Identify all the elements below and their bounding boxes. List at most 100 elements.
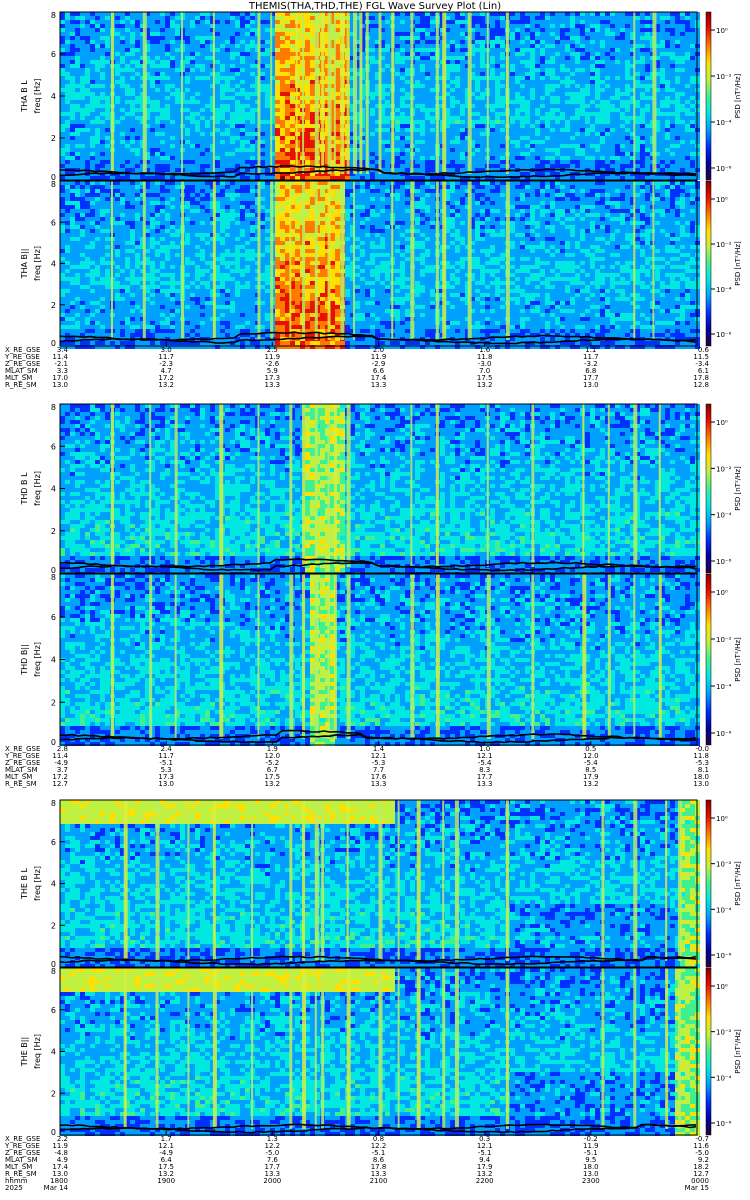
spectral-band-1-11 [328, 12, 332, 174]
spectral-band-6-2 [156, 968, 159, 1129]
spectral-band-2-17 [468, 181, 472, 340]
y-tick-label-1-3: 6 [51, 50, 56, 59]
spectral-band-5-3 [187, 800, 189, 961]
ephemeris-label-1-5: R_RE_SM [5, 381, 37, 389]
spectral-band-2-6 [270, 181, 273, 340]
spectral-band-2-8 [302, 181, 305, 340]
spectral-band-1-8 [302, 12, 304, 174]
colorbar-3 [706, 404, 711, 573]
spectral-band-2-2 [143, 181, 146, 340]
spectral-band-4-6 [289, 574, 293, 739]
spectral-band-1-18 [379, 12, 382, 174]
spectral-band-3-11 [347, 404, 351, 567]
spectral-band-2-5 [257, 181, 260, 340]
y-tick-label-5-2: 4 [51, 880, 56, 889]
y-axis-label-3: THD B L [20, 472, 29, 506]
y-axis-label-2: THA B|| [20, 249, 29, 280]
spectral-band-5-9 [321, 800, 324, 961]
spectral-band-1-22 [442, 12, 446, 174]
colorbar-tick-4-3: 10⁻⁶ [716, 730, 732, 738]
spectral-band-3-5 [257, 404, 259, 567]
spectral-band-2-12 [353, 181, 355, 340]
spectral-band-4-14 [487, 574, 491, 739]
ephemeris-value-3-3-6: 2100 [370, 1177, 388, 1185]
spectral-band-2-15 [436, 181, 439, 340]
colorbar-label-5: PSD [nT²/Hz] [734, 861, 742, 906]
spectral-band-2-18 [506, 181, 510, 340]
spectral-band-3-1 [111, 404, 114, 567]
spectral-band-5-2 [156, 800, 160, 961]
spectral-band-1-21 [436, 12, 439, 174]
spectral-band-4-13 [436, 574, 440, 739]
spectral-band-4-8 [315, 574, 319, 739]
spectral-band-2-9 [315, 181, 318, 340]
spectral-band-1-13 [340, 12, 344, 174]
y-axis-unit-1: freq [Hz] [33, 79, 42, 114]
ephemeris-table-1: X_RE_GSEY_RE_GSEZ_RE_GSEMLAT_SMMLT_SMR_R… [4, 342, 710, 389]
colorbar-label-3: PSD [nT²/Hz] [734, 466, 742, 511]
spectral-band-5-6 [289, 800, 292, 961]
y-axis-unit-2: freq [Hz] [33, 246, 42, 281]
y-tick-label-1-4: 8 [51, 11, 56, 20]
colorbar-label-2: PSD [nT²/Hz] [734, 241, 742, 286]
colorbar-tick-1-0: 10⁰ [716, 27, 728, 35]
spectral-band-3-12 [410, 404, 412, 567]
y-tick-label-3-2: 4 [51, 485, 56, 494]
spectral-band-1-10 [321, 12, 324, 174]
spectral-band-1-26 [633, 12, 635, 174]
y-axis-label-4: THD B|| [20, 644, 29, 675]
spectral-band-5-5 [251, 800, 253, 961]
spectral-band-5-1 [124, 800, 128, 961]
spectral-band-3-10 [334, 404, 337, 567]
ephemeris-value-1-4-5: 13.2 [477, 381, 493, 389]
ephemeris-value-3-2-6: 2000 [263, 1177, 281, 1185]
spectrogram-panel-6: 02468THE B|| freq [Hz]10⁰10⁻²10⁻⁴10⁻⁶PSD … [20, 967, 742, 1137]
ephemeris-value-1-6-5: 12.8 [693, 381, 709, 389]
y-axis-unit-6: freq [Hz] [33, 1034, 42, 1069]
spectral-band-6-16 [506, 968, 509, 1129]
colorbar-tick-5-1: 10⁻² [716, 861, 732, 869]
colorbar-tick-4-2: 10⁻⁴ [716, 683, 732, 691]
spectral-band-3-3 [175, 404, 178, 567]
ephemeris-table-3: X_RE_GSEY_RE_GSEZ_RE_GSEMLAT_SMMLT_SMR_R… [4, 1131, 710, 1192]
y-tick-label-5-3: 6 [51, 838, 56, 847]
colorbar-tick-3-0: 10⁰ [716, 419, 728, 427]
ephemeris-value-2-1-5: 13.0 [158, 780, 174, 788]
spectral-band-1-24 [487, 12, 489, 174]
spectral-band-4-4 [219, 574, 223, 739]
colorbar-tick-4-1: 10⁻² [716, 636, 732, 644]
colorbar-tick-3-3: 10⁻⁶ [716, 558, 732, 566]
spectral-band-2-16 [442, 181, 446, 340]
spectral-band-5-13 [417, 800, 421, 961]
spectral-band-1-9 [315, 12, 319, 174]
colorbar-tick-4-0: 10⁰ [716, 589, 728, 597]
y-tick-label-1-2: 4 [51, 92, 56, 101]
colorbar-tick-1-1: 10⁻² [716, 73, 732, 81]
spectral-band-3-8 [315, 404, 318, 567]
spectral-band-5-7 [302, 800, 305, 961]
spectrogram-panel-3: 02468THD B Lfreq [Hz]10⁰10⁻²10⁻⁴10⁻⁶PSD … [20, 403, 742, 576]
spectral-band-3-7 [302, 404, 305, 567]
colorbar-1 [706, 12, 711, 180]
colorbar-4 [706, 574, 711, 745]
spectral-band-6-11 [379, 968, 383, 1129]
spectral-band-2-1 [111, 181, 113, 340]
spectral-band-6-10 [347, 968, 351, 1129]
y-axis-unit-4: freq [Hz] [33, 642, 42, 677]
ephemeris-value-3-5-6: 2300 [582, 1177, 600, 1185]
spectral-band-6-3 [187, 968, 189, 1129]
spectral-band-1-2 [143, 12, 147, 174]
spectral-band-4-7 [302, 574, 305, 739]
colorbar-tick-3-2: 10⁻⁴ [716, 512, 732, 520]
ephemeris-value-2-6-5: 13.0 [693, 780, 709, 788]
spectral-band-6-13 [417, 968, 421, 1129]
colorbar-tick-1-2: 10⁻⁴ [716, 119, 732, 127]
spectral-band-1-23 [468, 12, 472, 174]
spectral-band-2-10 [328, 181, 331, 340]
spectral-band-3-17 [608, 404, 610, 567]
y-axis-label-5: THE B L [20, 867, 29, 900]
y-tick-label-4-3: 6 [51, 613, 56, 622]
y-tick-label-4-1: 2 [51, 698, 56, 707]
spectral-band-5-16 [506, 800, 509, 961]
y-tick-label-3-3: 6 [51, 442, 56, 451]
